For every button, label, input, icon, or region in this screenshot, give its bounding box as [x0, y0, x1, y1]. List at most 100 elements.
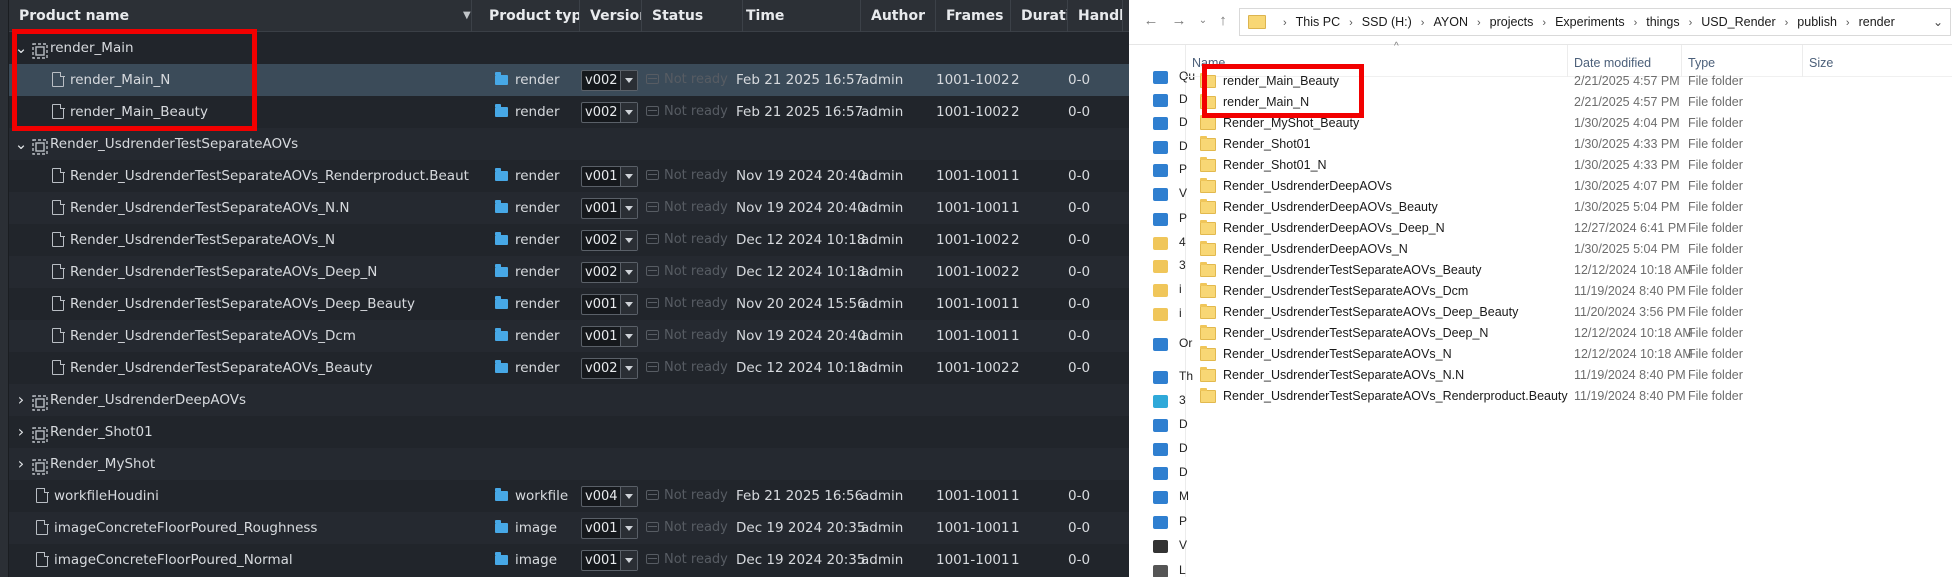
- file-icon: [36, 519, 49, 535]
- version-dropdown[interactable]: v004: [581, 486, 638, 507]
- col-header-duration[interactable]: Duratio: [1011, 0, 1068, 32]
- col-header-status[interactable]: Status: [642, 0, 743, 32]
- file-row[interactable]: Render_UsdrenderTestSeparateAOVs_N 12/12/…: [1186, 344, 1952, 365]
- file-row[interactable]: Render_UsdrenderDeepAOVs 1/30/2025 4:07 P…: [1186, 176, 1952, 197]
- file-row[interactable]: Render_UsdrenderTestSeparateAOVs_Deep_N 1…: [1186, 323, 1952, 344]
- product-group-name: render_Main: [50, 40, 134, 56]
- product-group-row[interactable]: › Render_Shot01: [9, 416, 1129, 448]
- version-dropdown[interactable]: v002: [581, 230, 638, 251]
- up-arrow-icon[interactable]: ↑: [1213, 11, 1233, 31]
- col-header-author[interactable]: Author: [861, 0, 936, 32]
- file-name: Render_UsdrenderDeepAOVs_Beauty: [1223, 200, 1438, 214]
- breadcrumb-item: render: [1858, 15, 1895, 29]
- nav-item-label: 3: [1179, 258, 1186, 272]
- file-row[interactable]: Render_Shot01_N 1/30/2025 4:33 PM File fol…: [1186, 155, 1952, 176]
- back-arrow-icon[interactable]: ←: [1141, 11, 1161, 31]
- address-dropdown-icon[interactable]: ⌄: [1930, 13, 1946, 31]
- version-dropdown[interactable]: v001: [581, 550, 638, 571]
- file-row[interactable]: Render_UsdrenderTestSeparateAOVs_N.N 11/1…: [1186, 365, 1952, 386]
- file-row[interactable]: Render_MyShot_Beauty 1/30/2025 4:04 PM Fil…: [1186, 113, 1952, 134]
- collapse-chevron-right-icon[interactable]: ›: [13, 448, 29, 480]
- version-dropdown[interactable]: v001: [581, 518, 638, 539]
- recent-locations-chevron-icon[interactable]: ⌄: [1193, 11, 1213, 31]
- version-chevron-down-icon[interactable]: [620, 71, 637, 90]
- version-chevron-down-icon[interactable]: [620, 167, 637, 186]
- product-row[interactable]: Render_UsdrenderTestSeparateAOVs_Deep_Be…: [9, 288, 1129, 320]
- col-header-version[interactable]: Version: [580, 0, 642, 32]
- file-row[interactable]: Render_UsdrenderTestSeparateAOVs_Beauty 1…: [1186, 260, 1952, 281]
- duration: 1: [1011, 488, 1020, 504]
- product-row[interactable]: Render_UsdrenderTestSeparateAOVs_Deep_N r…: [9, 256, 1129, 288]
- status-icon: [646, 170, 659, 180]
- expand-chevron-down-icon[interactable]: ⌄: [13, 128, 29, 160]
- file-row[interactable]: Render_UsdrenderTestSeparateAOVs_Renderp…: [1186, 386, 1952, 407]
- col-header-handle[interactable]: Handle: [1068, 0, 1123, 32]
- file-row[interactable]: Render_UsdrenderDeepAOVs_Deep_N 12/27/202…: [1186, 218, 1952, 239]
- product-row[interactable]: imageConcreteFloorPoured_Normal image v001…: [9, 544, 1129, 576]
- product-row[interactable]: imageConcreteFloorPoured_Roughness image v…: [9, 512, 1129, 544]
- version-dropdown[interactable]: v002: [581, 262, 638, 283]
- product-row[interactable]: Render_UsdrenderTestSeparateAOVs_N render…: [9, 224, 1129, 256]
- version-dropdown[interactable]: v002: [581, 70, 638, 91]
- product-name: Render_UsdrenderTestSeparateAOVs_Deep_N: [70, 264, 378, 280]
- product-row[interactable]: render_Main_N render v002 Not ready Feb 21 2…: [9, 64, 1129, 96]
- col-header-time[interactable]: Time: [736, 0, 861, 32]
- version-chevron-down-icon[interactable]: [620, 103, 637, 122]
- version-chevron-down-icon[interactable]: [620, 295, 637, 314]
- version-chevron-down-icon[interactable]: [620, 519, 637, 538]
- breadcrumb-separator-icon: ›: [1476, 17, 1481, 29]
- product-row[interactable]: Render_UsdrenderTestSeparateAOVs_Dcm rend…: [9, 320, 1129, 352]
- version-chevron-down-icon[interactable]: [620, 199, 637, 218]
- version-chevron-down-icon[interactable]: [620, 231, 637, 250]
- version-dropdown[interactable]: v002: [581, 102, 638, 123]
- product-row[interactable]: Render_UsdrenderTestSeparateAOVs_N.N rend…: [9, 192, 1129, 224]
- left-splitter[interactable]: [0, 0, 9, 577]
- product-group-row[interactable]: › Render_MyShot: [9, 448, 1129, 480]
- breadcrumb[interactable]: › This PC › SSD (H:) › AYON › projects › Experime…: [1239, 8, 1951, 36]
- breadcrumb-item: publish: [1797, 15, 1837, 29]
- file-row[interactable]: Render_UsdrenderDeepAOVs_Beauty 1/30/2025…: [1186, 197, 1952, 218]
- expand-chevron-down-icon[interactable]: ⌄: [13, 32, 29, 64]
- product-type: render: [515, 200, 560, 216]
- version-dropdown[interactable]: v001: [581, 166, 638, 187]
- file-row[interactable]: render_Main_Beauty 2/21/2025 4:57 PM File …: [1186, 71, 1952, 92]
- product-group-row[interactable]: › Render_UsdrenderDeepAOVs: [9, 384, 1129, 416]
- col-header-product-type[interactable]: Product type: [479, 0, 580, 32]
- folder-icon: [1200, 367, 1216, 382]
- version-value: v002: [585, 361, 618, 376]
- product-row[interactable]: render_Main_Beauty render v002 Not ready Feb…: [9, 96, 1129, 128]
- version-dropdown[interactable]: v001: [581, 198, 638, 219]
- version-dropdown[interactable]: v001: [581, 294, 638, 315]
- file-row[interactable]: Render_UsdrenderDeepAOVs_N 1/30/2025 5:04…: [1186, 239, 1952, 260]
- product-group-row[interactable]: ⌄ render_Main: [9, 32, 1129, 64]
- version-dropdown[interactable]: v001: [581, 326, 638, 347]
- version-dropdown[interactable]: v002: [581, 358, 638, 379]
- file-row[interactable]: Render_UsdrenderTestSeparateAOVs_Deep_Be…: [1186, 302, 1952, 323]
- sort-desc-icon[interactable]: ▼: [463, 0, 471, 32]
- version-chevron-down-icon[interactable]: [620, 487, 637, 506]
- product-row[interactable]: Render_UsdrenderTestSeparateAOVs_Renderp…: [9, 160, 1129, 192]
- product-type-folder-icon: [495, 296, 508, 309]
- product-type: image: [515, 552, 558, 568]
- col-header-label: Author: [871, 8, 925, 24]
- product-row[interactable]: Render_UsdrenderTestSeparateAOVs_Beauty r…: [9, 352, 1129, 384]
- version-chevron-down-icon[interactable]: [620, 327, 637, 346]
- collapse-chevron-right-icon[interactable]: ›: [13, 384, 29, 416]
- collapse-chevron-right-icon[interactable]: ›: [13, 416, 29, 448]
- col-header-label: Date modified: [1574, 56, 1652, 70]
- frames: 1001-1002: [936, 232, 1010, 248]
- version-chevron-down-icon[interactable]: [620, 263, 637, 282]
- product-row[interactable]: workfileHoudini workfile v004 Not ready Feb …: [9, 480, 1129, 512]
- author: admin: [861, 104, 904, 120]
- col-header-product-name[interactable]: Product name: [9, 0, 472, 32]
- product-group-row[interactable]: ⌄ Render_UsdrenderTestSeparateAOVs: [9, 128, 1129, 160]
- version-chevron-down-icon[interactable]: [620, 551, 637, 570]
- forward-arrow-icon[interactable]: →: [1169, 11, 1189, 31]
- version-chevron-down-icon[interactable]: [620, 359, 637, 378]
- col-header-frames[interactable]: Frames: [936, 0, 1011, 32]
- nav-item-label: i: [1179, 306, 1182, 320]
- product-name: Render_UsdrenderTestSeparateAOVs_Dcm: [70, 328, 356, 344]
- file-row[interactable]: Render_Shot01 1/30/2025 4:33 PM File folde…: [1186, 134, 1952, 155]
- file-row[interactable]: Render_UsdrenderTestSeparateAOVs_Dcm 11/1…: [1186, 281, 1952, 302]
- file-row[interactable]: render_Main_N 2/21/2025 4:57 PM File folde…: [1186, 92, 1952, 113]
